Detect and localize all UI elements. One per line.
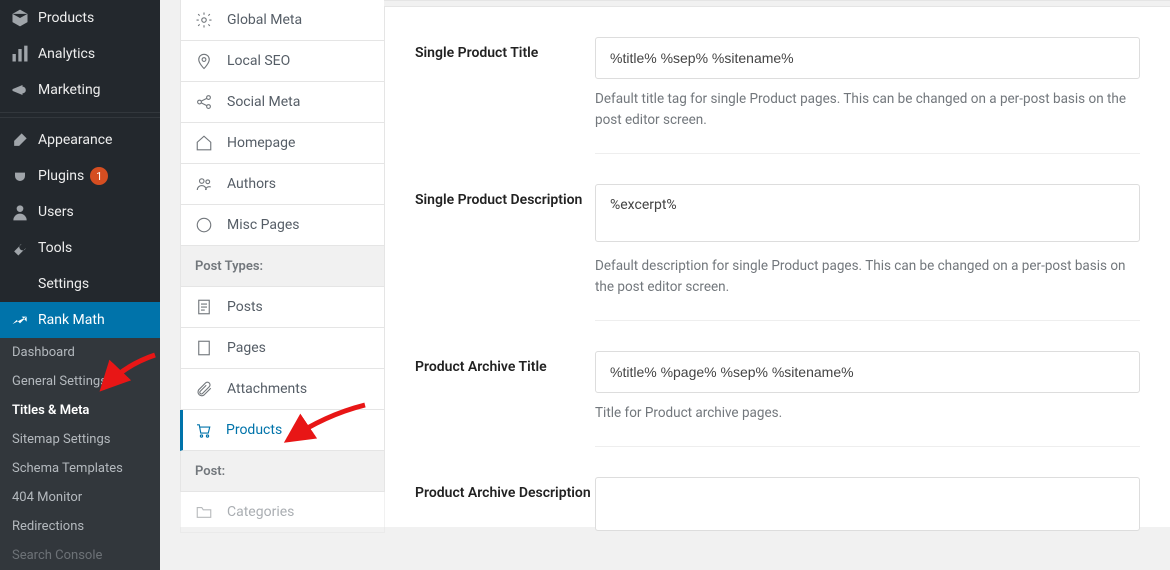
tab-posts[interactable]: Posts bbox=[180, 287, 385, 328]
field-single-product-title: Single Product Title Default title tag f… bbox=[385, 7, 1170, 154]
sidebar-label: Rank Math bbox=[38, 312, 105, 328]
sidebar-item-appearance[interactable]: Appearance bbox=[0, 122, 160, 158]
submenu-search-console[interactable]: Search Console bbox=[0, 541, 160, 570]
tab-label: Homepage bbox=[227, 135, 295, 151]
rank-math-submenu: Dashboard General Settings Titles & Meta… bbox=[0, 338, 160, 570]
tab-social-meta[interactable]: Social Meta bbox=[180, 82, 385, 123]
sidebar-label: Appearance bbox=[38, 132, 112, 148]
submenu-sitemap-settings[interactable]: Sitemap Settings bbox=[0, 425, 160, 454]
megaphone-icon bbox=[10, 80, 30, 100]
cube-icon bbox=[10, 8, 30, 28]
field-label: Product Archive Title bbox=[415, 351, 595, 447]
product-archive-description-input[interactable] bbox=[595, 477, 1140, 531]
submenu-schema-templates[interactable]: Schema Templates bbox=[0, 454, 160, 483]
sidebar-item-products[interactable]: Products bbox=[0, 0, 160, 36]
submenu-general-settings[interactable]: General Settings bbox=[0, 367, 160, 396]
field-single-product-description: Single Product Description %excerpt% Def… bbox=[385, 154, 1170, 321]
field-help: Default description for single Product p… bbox=[595, 256, 1140, 321]
sidebar-label: Marketing bbox=[38, 82, 101, 98]
tab-products[interactable]: Products bbox=[180, 410, 385, 451]
sidebar-label: Tools bbox=[38, 240, 72, 256]
users-icon bbox=[195, 175, 213, 193]
sidebar-separator bbox=[0, 112, 160, 118]
tab-label: Social Meta bbox=[227, 94, 300, 110]
tab-label: Authors bbox=[227, 176, 276, 192]
product-archive-title-input[interactable] bbox=[595, 351, 1140, 393]
tab-global-meta[interactable]: Global Meta bbox=[180, 0, 385, 41]
sliders-icon bbox=[10, 274, 30, 294]
brush-icon bbox=[10, 130, 30, 150]
tab-label: Pages bbox=[227, 340, 266, 356]
sidebar-item-users[interactable]: Users bbox=[0, 194, 160, 230]
sidebar-item-tools[interactable]: Tools bbox=[0, 230, 160, 266]
sidebar-item-marketing[interactable]: Marketing bbox=[0, 72, 160, 108]
single-product-title-input[interactable] bbox=[595, 37, 1140, 79]
update-badge: 1 bbox=[90, 167, 108, 185]
cart-icon bbox=[194, 421, 212, 439]
field-label: Product Archive Description bbox=[415, 477, 595, 535]
submenu-titles-meta[interactable]: Titles & Meta bbox=[0, 396, 160, 425]
sidebar-item-analytics[interactable]: Analytics bbox=[0, 36, 160, 72]
wrench-icon bbox=[10, 238, 30, 258]
submenu-dashboard[interactable]: Dashboard bbox=[0, 338, 160, 367]
tab-group-post-types: Post Types: bbox=[180, 246, 385, 287]
tab-homepage[interactable]: Homepage bbox=[180, 123, 385, 164]
field-label: Single Product Description bbox=[415, 184, 595, 321]
tab-label: Products bbox=[226, 422, 282, 438]
post-icon bbox=[195, 298, 213, 316]
settings-panel: Single Product Title Default title tag f… bbox=[385, 0, 1170, 527]
sidebar-label: Settings bbox=[38, 276, 89, 292]
more-icon bbox=[195, 216, 213, 234]
sidebar-label: Plugins bbox=[38, 168, 84, 184]
tab-label: Attachments bbox=[227, 381, 307, 397]
share-icon bbox=[195, 93, 213, 111]
field-product-archive-title: Product Archive Title Title for Product … bbox=[385, 321, 1170, 447]
chart-up-icon bbox=[10, 310, 30, 330]
bars-icon bbox=[10, 44, 30, 64]
single-product-description-input[interactable]: %excerpt% bbox=[595, 184, 1140, 242]
folder-icon bbox=[195, 503, 213, 521]
tab-attachments[interactable]: Attachments bbox=[180, 369, 385, 410]
tab-authors[interactable]: Authors bbox=[180, 164, 385, 205]
sidebar-item-settings[interactable]: Settings bbox=[0, 266, 160, 302]
tab-group-post: Post: bbox=[180, 451, 385, 492]
home-icon bbox=[195, 134, 213, 152]
user-icon bbox=[10, 202, 30, 222]
submenu-404-monitor[interactable]: 404 Monitor bbox=[0, 483, 160, 512]
page-icon bbox=[195, 339, 213, 357]
plug-icon bbox=[10, 166, 30, 186]
tab-pages[interactable]: Pages bbox=[180, 328, 385, 369]
tab-local-seo[interactable]: Local SEO bbox=[180, 41, 385, 82]
sidebar-label: Analytics bbox=[38, 46, 95, 62]
field-label: Single Product Title bbox=[415, 37, 595, 154]
clip-icon bbox=[195, 380, 213, 398]
gear-icon bbox=[195, 11, 213, 29]
tab-label: Misc Pages bbox=[227, 217, 300, 233]
sidebar-label: Users bbox=[38, 204, 74, 220]
wp-admin-sidebar: Products Analytics Marketing Appearance … bbox=[0, 0, 160, 527]
tab-label: Local SEO bbox=[227, 53, 290, 69]
field-help: Default title tag for single Product pag… bbox=[595, 89, 1140, 154]
sidebar-item-rank-math[interactable]: Rank Math bbox=[0, 302, 160, 338]
sidebar-item-plugins[interactable]: Plugins 1 bbox=[0, 158, 160, 194]
tab-label: Categories bbox=[227, 504, 294, 520]
tab-label: Posts bbox=[227, 299, 263, 315]
settings-tabs: Global Meta Local SEO Social Meta Homepa… bbox=[180, 0, 385, 527]
sidebar-label: Products bbox=[38, 10, 94, 26]
tab-misc-pages[interactable]: Misc Pages bbox=[180, 205, 385, 246]
field-help: Title for Product archive pages. bbox=[595, 403, 1140, 447]
pin-icon bbox=[195, 52, 213, 70]
field-product-archive-description: Product Archive Description bbox=[385, 447, 1170, 535]
tab-label: Global Meta bbox=[227, 12, 302, 28]
